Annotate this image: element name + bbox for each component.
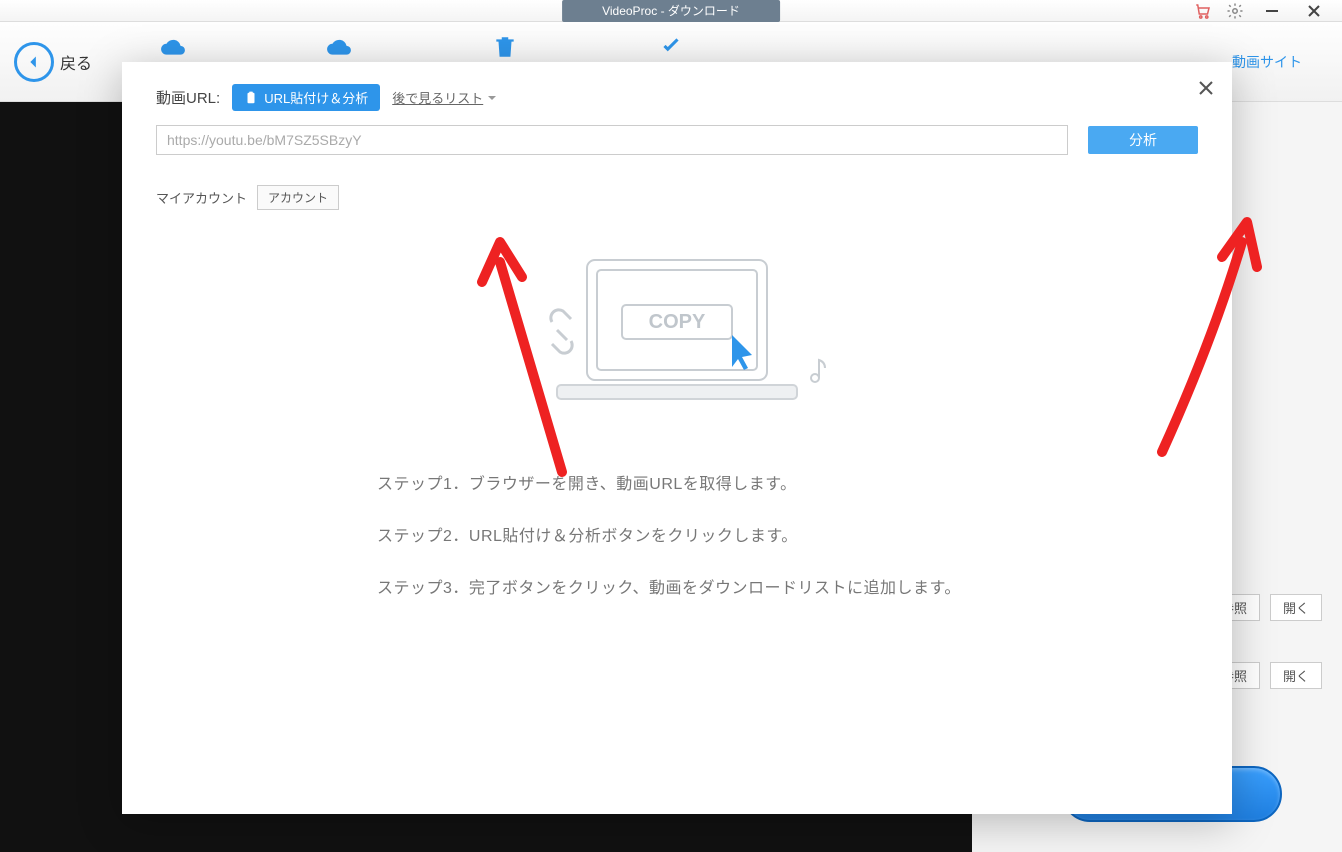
step-2: ステップ2．URL貼付け＆分析ボタンをクリックします。: [377, 522, 977, 546]
url-input[interactable]: [156, 125, 1068, 155]
site-label[interactable]: 動画サイト: [1232, 52, 1302, 72]
url-modal: 動画URL: URL貼付け＆分析 後で見るリスト 分析 マイアカウント アカウン…: [122, 62, 1232, 814]
account-button[interactable]: アカウント: [257, 185, 339, 210]
header-tabs: [160, 34, 684, 60]
window-title: VideoProc - ダウンロード: [562, 0, 780, 22]
url-label: 動画URL:: [156, 87, 220, 108]
chevron-down-icon: [487, 93, 497, 103]
account-label: マイアカウント: [156, 188, 247, 207]
paste-label: URL貼付け＆分析: [264, 88, 368, 107]
watch-later-link[interactable]: 後で見るリスト: [392, 88, 497, 107]
cloud-icon[interactable]: [160, 34, 186, 60]
cloud-icon-2[interactable]: [326, 34, 352, 60]
step-1: ステップ1．ブラウザーを開き、動画URLを取得します。: [377, 470, 977, 494]
music-note-icon: [811, 360, 825, 382]
check-icon[interactable]: [658, 34, 684, 60]
titlebar: VideoProc - ダウンロード: [0, 0, 1342, 22]
cart-icon[interactable]: [1194, 2, 1212, 20]
illustration: COPY: [156, 250, 1198, 420]
link-icon: [551, 310, 572, 353]
back-label: 戻る: [60, 50, 92, 74]
close-icon[interactable]: [1194, 76, 1218, 100]
open-button-2[interactable]: 開く: [1270, 662, 1322, 689]
paste-analyze-button[interactable]: URL貼付け＆分析: [232, 84, 380, 111]
analyze-button[interactable]: 分析: [1088, 126, 1198, 154]
cursor-icon: [732, 335, 752, 370]
close-button[interactable]: [1300, 2, 1328, 20]
trash-icon[interactable]: [492, 34, 518, 60]
copy-text: COPY: [649, 311, 706, 333]
minimize-button[interactable]: [1258, 2, 1286, 20]
later-label: 後で見るリスト: [392, 88, 483, 107]
open-button-1[interactable]: 開く: [1270, 594, 1322, 621]
step-3: ステップ3．完了ボタンをクリック、動画をダウンロードリストに追加します。: [377, 574, 977, 598]
gear-icon[interactable]: [1226, 2, 1244, 20]
back-button[interactable]: 戻る: [14, 42, 92, 82]
